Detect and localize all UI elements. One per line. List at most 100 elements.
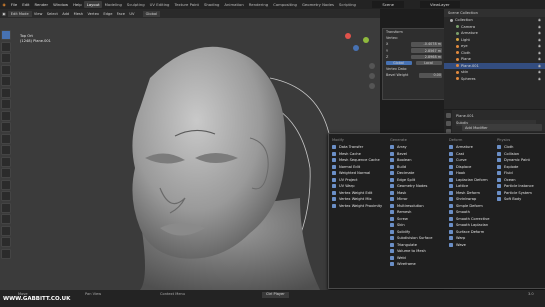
status-bar: Move Pan View Context Menu Ctrl Player 3… bbox=[0, 290, 545, 307]
visibility-eye-icon[interactable]: ◉ bbox=[538, 44, 541, 48]
menu-uv[interactable]: UV bbox=[127, 12, 136, 16]
menu-render[interactable]: Render bbox=[32, 2, 51, 7]
menu-file[interactable]: File bbox=[8, 2, 19, 7]
outliner-item-label: Cloth bbox=[461, 50, 471, 55]
add-modifier-button[interactable]: Add Modifier bbox=[462, 124, 542, 131]
modifier-icon bbox=[390, 223, 394, 228]
menu-help[interactable]: Help bbox=[71, 2, 85, 7]
modifier-menu-item[interactable]: Wireframe bbox=[390, 261, 460, 268]
mode-selector[interactable]: Edit Mode bbox=[7, 10, 32, 17]
outliner-item[interactable]: Spheres ◉ bbox=[444, 76, 545, 83]
visibility-eye-icon[interactable]: ◉ bbox=[538, 18, 541, 22]
menu-window[interactable]: Window bbox=[51, 2, 71, 7]
rotate-tool-icon[interactable] bbox=[1, 64, 11, 75]
visibility-eye-icon[interactable]: ◉ bbox=[538, 51, 541, 55]
menu-edit[interactable]: Edit bbox=[20, 2, 32, 7]
poly-build-tool-icon[interactable] bbox=[1, 179, 11, 190]
player-status[interactable]: Ctrl Player bbox=[262, 292, 289, 298]
version-label: 3.0 bbox=[528, 292, 534, 296]
modifier-icon bbox=[332, 184, 336, 189]
scale-tool-icon[interactable] bbox=[1, 76, 11, 86]
modifier-icon bbox=[390, 184, 394, 189]
modifier-menu-item-label: Decimate bbox=[397, 171, 415, 176]
visibility-eye-icon[interactable]: ◉ bbox=[538, 77, 541, 81]
workspace-tab-rendering[interactable]: Rendering bbox=[246, 1, 270, 8]
modifier-icon bbox=[390, 197, 394, 202]
workspace-tab-sculpting[interactable]: Sculpting bbox=[124, 1, 147, 8]
shrink-fatten-tool-icon[interactable] bbox=[1, 225, 11, 236]
move-tool-icon[interactable] bbox=[1, 53, 11, 63]
smooth-tool-icon[interactable] bbox=[1, 202, 11, 213]
vertex-x-field[interactable]: -0.4078 m bbox=[411, 42, 442, 47]
workspace-tab-compositing[interactable]: Compositing bbox=[271, 1, 300, 8]
editor-type-icon[interactable]: ▣ bbox=[0, 12, 8, 16]
modifier-menu-item-label: Particle System bbox=[504, 190, 532, 195]
tool-tab-icon[interactable] bbox=[445, 113, 451, 118]
visibility-eye-icon[interactable]: ◉ bbox=[538, 57, 541, 61]
properties-object-name: Plane.001 bbox=[456, 114, 474, 118]
workspace-tab-modeling[interactable]: Modeling bbox=[102, 1, 124, 8]
menu-mesh[interactable]: Mesh bbox=[71, 12, 85, 16]
menu-edge[interactable]: Edge bbox=[101, 12, 114, 16]
visibility-eye-icon[interactable]: ◉ bbox=[538, 38, 541, 42]
workspace-tab-shading[interactable]: Shading bbox=[201, 1, 221, 8]
workspace-tab-geometry-nodes[interactable]: Geometry Nodes bbox=[299, 1, 336, 8]
menu-add[interactable]: Add bbox=[60, 12, 71, 16]
workspace-tab-uv-editing[interactable]: UV Editing bbox=[147, 1, 172, 8]
annotate-tool-icon[interactable] bbox=[1, 99, 11, 109]
shear-tool-icon[interactable] bbox=[1, 237, 11, 247]
rip-tool-icon[interactable] bbox=[1, 248, 11, 259]
modifier-icon bbox=[390, 242, 394, 247]
select-box-tool-icon[interactable] bbox=[1, 30, 11, 40]
outliner-item-label: Spheres bbox=[461, 76, 476, 81]
modifier-menu-item[interactable]: Wave bbox=[449, 242, 519, 249]
knife-tool-icon[interactable] bbox=[1, 168, 11, 178]
modifier-menu-item-label: Array bbox=[397, 145, 407, 150]
extrude-tool-icon[interactable] bbox=[1, 122, 11, 132]
edge-slide-tool-icon[interactable] bbox=[1, 214, 11, 224]
view-layer-selector[interactable]: ViewLayer bbox=[419, 1, 460, 8]
object-type-icon bbox=[456, 77, 459, 81]
local-space-button[interactable]: Local bbox=[416, 60, 442, 66]
visibility-eye-icon[interactable]: ◉ bbox=[538, 70, 541, 74]
modifier-icon bbox=[497, 177, 501, 182]
spin-tool-icon[interactable] bbox=[1, 191, 11, 201]
orientation-selector[interactable]: Global bbox=[142, 10, 161, 17]
workspace-tab-layout[interactable]: Layout bbox=[84, 1, 103, 8]
workspace-tab-animation[interactable]: Animation bbox=[222, 1, 246, 8]
modifier-menu-item-label: Soft Body bbox=[504, 197, 522, 202]
workspace-tab-scripting[interactable]: Scripting bbox=[337, 1, 359, 8]
workspace-tab-texture-paint[interactable]: Texture Paint bbox=[172, 1, 202, 8]
modifier-menu-item-label: Weld bbox=[397, 255, 406, 260]
vertex-z-field[interactable]: 2.8968 m bbox=[411, 54, 442, 60]
cursor-tool-icon[interactable] bbox=[1, 41, 11, 52]
transform-tool-icon[interactable] bbox=[1, 87, 11, 98]
render-tab-icon[interactable] bbox=[445, 121, 451, 126]
bevel-tool-icon[interactable] bbox=[1, 145, 11, 155]
modifier-menu-item[interactable]: Soft Body bbox=[497, 196, 545, 203]
top-menubar: ◉ File Edit Render Window Help Layout Mo… bbox=[0, 0, 545, 9]
global-space-button[interactable]: Global bbox=[386, 60, 412, 66]
vertex-y-field[interactable]: 2.8567 m bbox=[411, 48, 442, 53]
menu-vertex[interactable]: Vertex bbox=[85, 12, 101, 16]
bevel-weight-field[interactable]: 0.00 bbox=[419, 73, 442, 78]
3d-viewport[interactable] bbox=[0, 18, 380, 290]
modifier-icon bbox=[390, 262, 394, 267]
visibility-eye-icon[interactable]: ◉ bbox=[538, 25, 541, 29]
modifier-menu-item-label: Subdivision Surface bbox=[397, 236, 433, 241]
visibility-eye-icon[interactable]: ◉ bbox=[538, 64, 541, 68]
modifier-icon bbox=[449, 236, 453, 241]
visibility-eye-icon[interactable]: ◉ bbox=[538, 31, 541, 35]
blender-logo-icon[interactable]: ◉ bbox=[0, 2, 8, 7]
loop-cut-tool-icon[interactable] bbox=[1, 156, 11, 167]
scene-selector[interactable]: Scene bbox=[372, 1, 404, 8]
modifier-menu-item-label: Simple Deform bbox=[456, 203, 483, 208]
outliner-item-label: Light bbox=[461, 37, 470, 42]
menu-view[interactable]: View bbox=[32, 12, 45, 16]
modifier-icon bbox=[390, 151, 394, 156]
menu-select[interactable]: Select bbox=[45, 12, 60, 16]
menu-face[interactable]: Face bbox=[115, 12, 128, 16]
measure-tool-icon[interactable] bbox=[1, 110, 11, 121]
inset-tool-icon[interactable] bbox=[1, 133, 11, 144]
modifier-icon bbox=[449, 151, 453, 156]
